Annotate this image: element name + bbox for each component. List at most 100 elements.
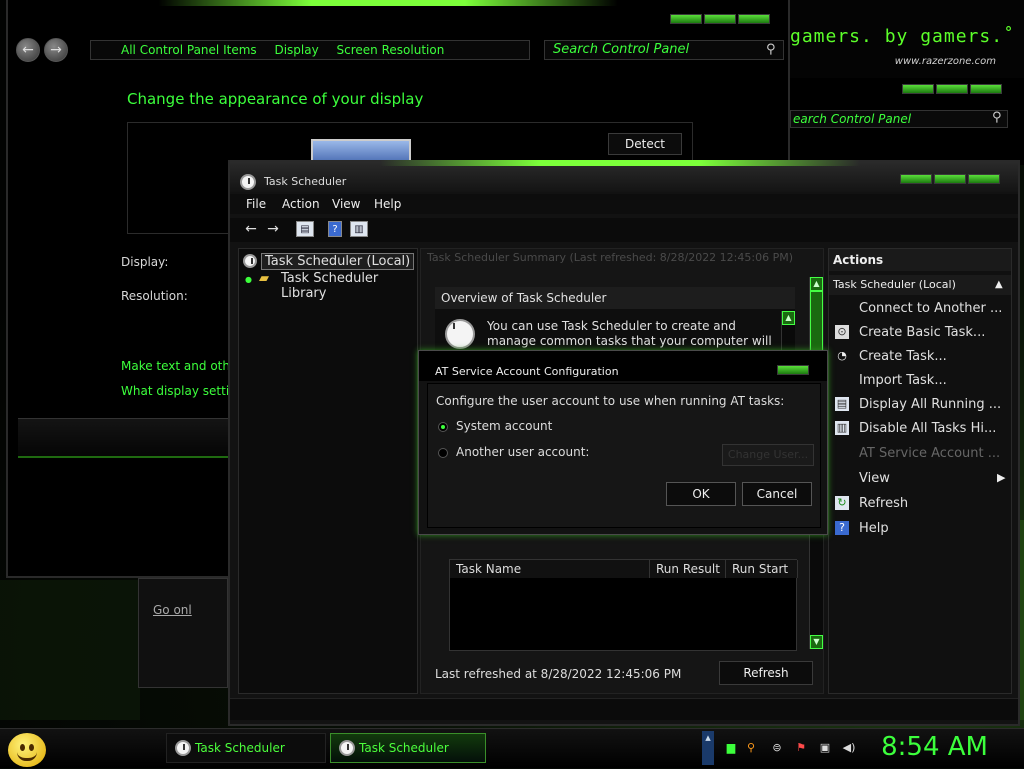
actions-subheader[interactable]: Task Scheduler (Local) (829, 275, 1011, 295)
overview-section: Overview of Task Scheduler You can use T… (435, 287, 795, 363)
another-account-label[interactable]: Another user account: (456, 445, 589, 459)
razer-background-window: gamers. by gamers.˚ www.razerzone.com ea… (788, 0, 1024, 165)
maximize-button[interactable] (936, 84, 968, 94)
breadcrumb-display[interactable]: Display (274, 43, 318, 57)
collapse-icon[interactable]: ▲ (995, 279, 1003, 290)
action-create-basic-task[interactable]: Create Basic Task... (859, 325, 985, 340)
title-bar[interactable]: Task Scheduler (230, 162, 1018, 192)
tree-item-local[interactable]: Task Scheduler (Local) (261, 253, 415, 270)
razer-window-controls[interactable] (902, 84, 1002, 94)
action-help[interactable]: Help (859, 521, 889, 536)
forward-arrow-icon[interactable]: → (264, 221, 282, 237)
window-glow (380, 160, 860, 166)
close-button[interactable] (777, 365, 809, 375)
action-center-flag-icon[interactable]: ⚑ (794, 741, 808, 755)
back-arrow-icon[interactable]: ← (242, 221, 260, 237)
close-button[interactable] (968, 174, 1000, 184)
forward-arrow-icon[interactable]: → (44, 38, 68, 62)
window-title: Task Scheduler (264, 175, 347, 188)
scroll-thumb[interactable] (810, 291, 823, 351)
status-bar (230, 698, 1018, 720)
taskbar-item-task-scheduler-active[interactable]: Task Scheduler (330, 733, 486, 763)
search-input[interactable]: Search Control Panel (544, 40, 784, 60)
menu-action[interactable]: Action (282, 197, 320, 211)
maximize-button[interactable] (934, 174, 966, 184)
summary-header: Task Scheduler Summary (Last refreshed: … (427, 251, 793, 264)
action-refresh[interactable]: Refresh (859, 496, 908, 511)
taskbar-item-task-scheduler[interactable]: Task Scheduler (166, 733, 326, 763)
network-icon[interactable]: ▣ (818, 741, 832, 755)
menu-view[interactable]: View (332, 197, 360, 211)
start-button[interactable] (8, 733, 46, 767)
back-arrow-icon[interactable]: ← (16, 38, 40, 62)
scroll-up-button[interactable]: ▲ (810, 277, 823, 291)
column-task-name[interactable]: Task Name (450, 560, 650, 578)
scroll-up-button[interactable]: ▲ (782, 311, 795, 325)
minimize-button[interactable] (900, 174, 932, 184)
toolbar: ← → ▤ ? ▥ (230, 218, 1018, 242)
display-settings-link[interactable]: What display setting (121, 384, 244, 398)
action-disable-history[interactable]: Disable All Tasks Hi... (859, 421, 996, 436)
green-app-icon[interactable]: ▆ (724, 741, 738, 755)
clock-icon (339, 740, 355, 756)
window-glow (158, 0, 618, 6)
address-bar[interactable]: All Control Panel Items Display Screen R… (90, 40, 530, 60)
maximize-button[interactable] (704, 14, 736, 24)
refresh-icon: ↻ (835, 496, 849, 510)
scroll-down-button[interactable]: ▼ (810, 635, 823, 649)
volume-icon[interactable]: ◀) (842, 741, 856, 755)
text-size-link[interactable]: Make text and other (121, 359, 242, 373)
show-hide-action-pane-icon[interactable]: ▥ (350, 221, 368, 237)
dialog-title-bar[interactable]: AT Service Account Configuration (419, 351, 827, 381)
action-import-task[interactable]: Import Task... (859, 373, 947, 388)
minimize-button[interactable] (670, 14, 702, 24)
page-title: Change the appearance of your display (127, 90, 424, 108)
cancel-button[interactable]: Cancel (742, 482, 812, 506)
minimize-button[interactable] (902, 84, 934, 94)
action-connect[interactable]: Connect to Another ... (859, 301, 1002, 316)
go-online-link[interactable]: Go onl (153, 603, 192, 617)
system-clock[interactable]: 8:54 AM (881, 732, 988, 762)
breadcrumb-screen-resolution[interactable]: Screen Resolution (337, 43, 445, 57)
ok-button[interactable]: OK (666, 482, 736, 506)
navigation-bar: ← → All Control Panel Items Display Scre… (14, 38, 784, 62)
cp-window-controls[interactable] (670, 14, 770, 24)
dialog-prompt: Configure the user account to use when r… (436, 394, 785, 408)
folder-icon: ▰ (259, 271, 269, 286)
disable-history-icon: ▥ (835, 421, 849, 435)
detect-button[interactable]: Detect (608, 133, 682, 155)
breadcrumb-all-items[interactable]: All Control Panel Items (121, 43, 257, 57)
change-user-button[interactable]: Change User... (722, 444, 814, 466)
another-account-radio[interactable] (438, 448, 448, 458)
expand-icon[interactable]: ● (245, 275, 252, 284)
action-display-running[interactable]: Display All Running ... (859, 397, 1001, 412)
menu-file[interactable]: File (246, 197, 266, 211)
show-hide-console-tree-icon[interactable]: ▤ (296, 221, 314, 237)
system-tray: ▴ ▆ ⚲ ⊜ ⚑ ▣ ◀) (700, 729, 870, 769)
search-icon[interactable]: ⚲ (766, 42, 776, 57)
search-icon[interactable]: ⚲ (992, 110, 1002, 125)
system-account-label[interactable]: System account (456, 419, 552, 433)
razer-search-input[interactable]: earch Control Panel (790, 110, 1008, 128)
tray-app-icon[interactable]: ⊜ (770, 741, 784, 755)
tray-expand-icon[interactable]: ▴ (702, 731, 714, 765)
system-account-radio[interactable] (438, 422, 448, 432)
active-tasks-table: Task Name Run Result Run Start (449, 559, 798, 651)
explorer-strip: Go onl (138, 578, 228, 688)
create-task-icon: ◔ (837, 349, 847, 362)
menu-help[interactable]: Help (374, 197, 401, 211)
overview-header[interactable]: Overview of Task Scheduler (435, 287, 795, 309)
action-view[interactable]: View (859, 471, 890, 486)
ts-window-controls[interactable] (900, 174, 1000, 184)
close-button[interactable] (970, 84, 1002, 94)
search-icon[interactable]: ⚲ (744, 741, 758, 755)
tree-item-library[interactable]: Task Scheduler Library (281, 271, 417, 301)
column-run-start[interactable]: Run Start (726, 560, 798, 578)
action-at-service-account[interactable]: AT Service Account ... (859, 446, 1000, 461)
refresh-button[interactable]: Refresh (719, 661, 813, 685)
column-run-result[interactable]: Run Result (650, 560, 726, 578)
close-button[interactable] (738, 14, 770, 24)
at-service-dialog: AT Service Account Configuration Configu… (418, 350, 828, 535)
action-create-task[interactable]: Create Task... (859, 349, 947, 364)
help-icon[interactable]: ? (328, 221, 342, 237)
